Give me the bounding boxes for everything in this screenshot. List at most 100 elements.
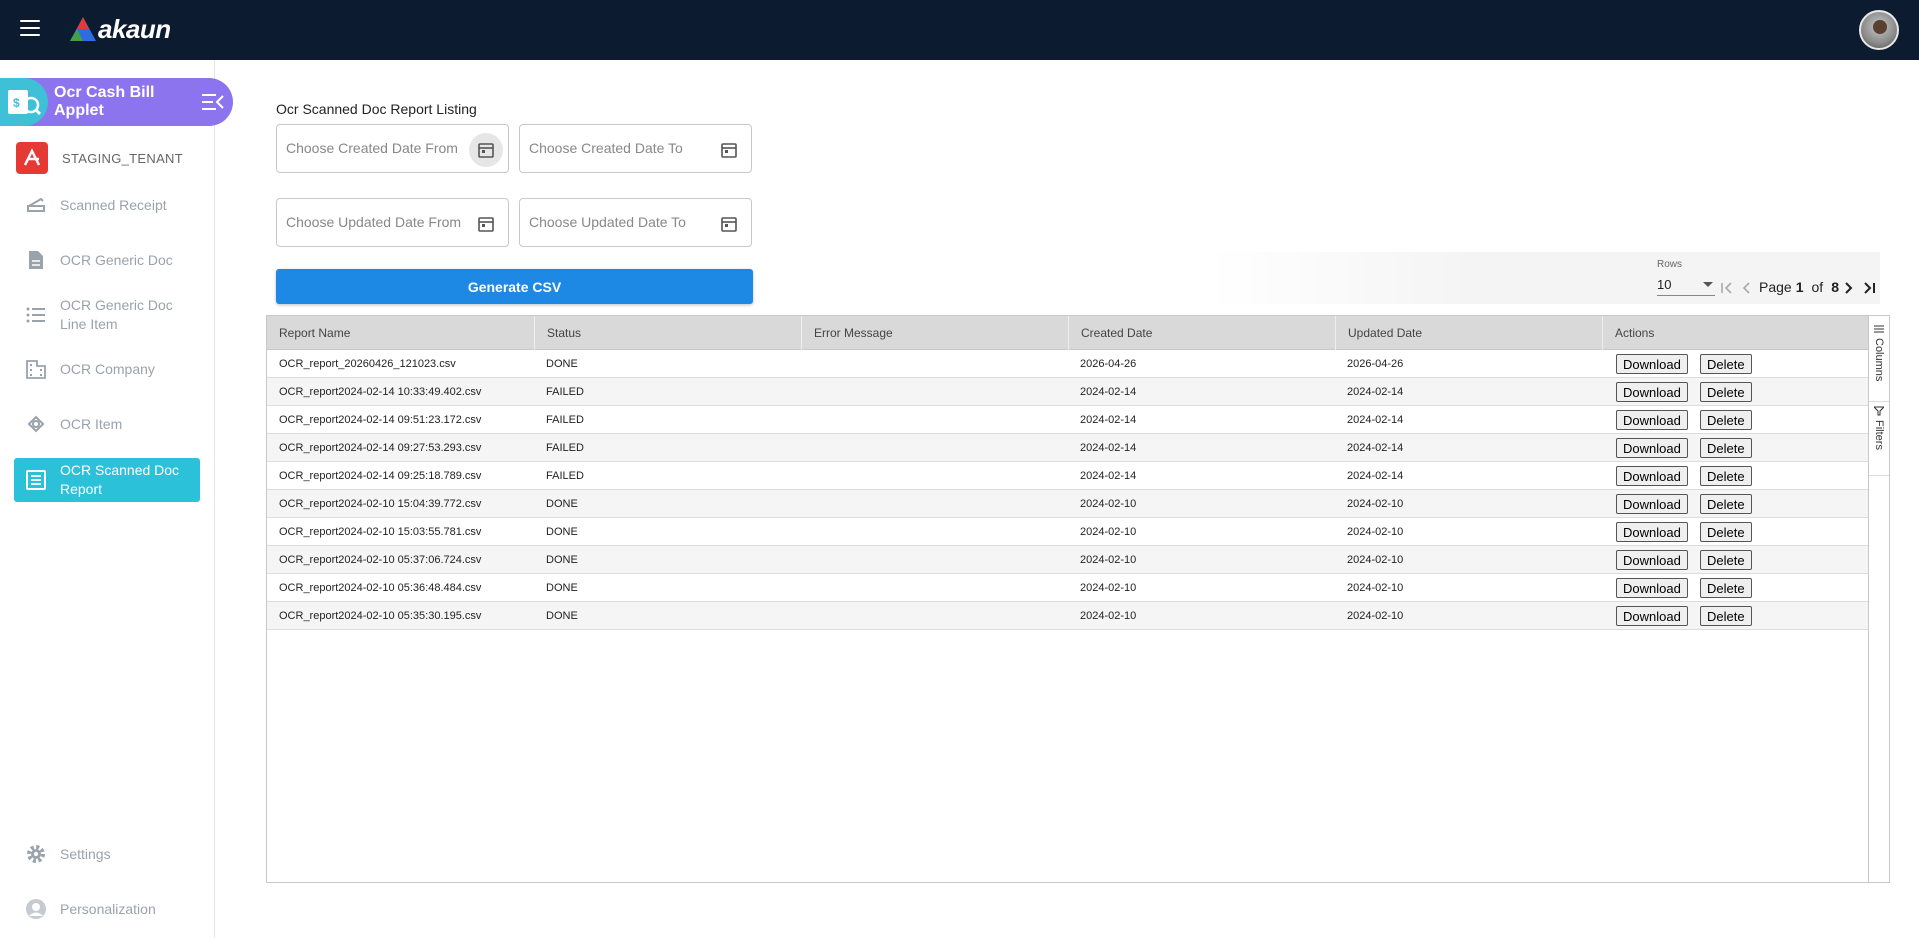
- cell-status: FAILED: [546, 442, 584, 454]
- last-page-icon[interactable]: [1861, 280, 1877, 296]
- cell-status: DONE: [546, 610, 578, 622]
- sidebar-item-ocr-item[interactable]: OCR Item: [14, 410, 200, 438]
- rows-per-page-select[interactable]: 10: [1657, 274, 1715, 296]
- delete-button[interactable]: Delete: [1700, 606, 1752, 626]
- cell-error: [801, 434, 813, 462]
- created-date-to-input[interactable]: [529, 140, 709, 156]
- table-row[interactable]: OCR_report2024-02-14 09:51:23.172.csv FAI…: [267, 406, 1869, 434]
- sidebar-item-personalization[interactable]: Personalization: [14, 895, 200, 923]
- next-page-icon[interactable]: [1840, 280, 1856, 296]
- delete-button[interactable]: Delete: [1700, 550, 1752, 570]
- table-row[interactable]: OCR_report2024-02-10 05:37:06.724.csv DON…: [267, 546, 1869, 574]
- download-button[interactable]: Download: [1616, 438, 1688, 458]
- generate-csv-button[interactable]: Generate CSV: [276, 269, 753, 304]
- cell-error: [801, 490, 813, 518]
- current-page: 1: [1795, 279, 1804, 295]
- column-header-error-message[interactable]: Error Message: [801, 316, 1068, 350]
- grid-side-toolbar: Columns Filters: [1868, 316, 1889, 882]
- download-button[interactable]: Download: [1616, 494, 1688, 514]
- cell-error: [801, 518, 813, 546]
- updated-date-to-input[interactable]: [529, 214, 709, 230]
- item-icon: [24, 412, 48, 436]
- created-date-to-field[interactable]: [519, 124, 752, 173]
- column-header-updated-date[interactable]: Updated Date: [1335, 316, 1602, 350]
- cell-error: [801, 378, 813, 406]
- table-row[interactable]: OCR_report2024-02-10 05:35:30.195.csv DON…: [267, 602, 1869, 630]
- menu-icon[interactable]: [20, 20, 40, 38]
- delete-button[interactable]: Delete: [1700, 354, 1752, 374]
- delete-button[interactable]: Delete: [1700, 410, 1752, 430]
- delete-button[interactable]: Delete: [1700, 522, 1752, 542]
- download-button[interactable]: Download: [1616, 466, 1688, 486]
- applet-title: Ocr Cash Bill Applet: [54, 84, 155, 119]
- sidebar-item-scanned-receipt[interactable]: Scanned Receipt: [14, 191, 200, 219]
- download-button[interactable]: Download: [1616, 550, 1688, 570]
- cell-created: 2024-02-10: [1080, 526, 1137, 538]
- table-row[interactable]: OCR_report_20260426_121023.csv DONE 2026-0…: [267, 350, 1869, 378]
- download-button[interactable]: Download: [1616, 354, 1688, 374]
- delete-button[interactable]: Delete: [1700, 438, 1752, 458]
- sidebar-item-ocr-generic-doc-line-item[interactable]: OCR Generic Doc Line Item: [14, 294, 200, 336]
- document-icon: [24, 248, 48, 272]
- cell-status: DONE: [546, 526, 578, 538]
- updated-date-from-input[interactable]: [286, 214, 466, 230]
- filters-tool-tab[interactable]: Filters: [1869, 406, 1889, 476]
- previous-page-icon[interactable]: [1739, 280, 1755, 296]
- column-header-created-date[interactable]: Created Date: [1068, 316, 1335, 350]
- cell-updated: 2024-02-14: [1347, 442, 1404, 454]
- table-row[interactable]: OCR_report2024-02-10 15:04:39.772.csv DON…: [267, 490, 1869, 518]
- delete-button[interactable]: Delete: [1700, 466, 1752, 486]
- chevron-down-icon: [1703, 282, 1713, 287]
- cell-created: 2026-04-26: [1080, 358, 1137, 370]
- updated-date-from-field[interactable]: [276, 198, 509, 247]
- calendar-icon[interactable]: [469, 133, 503, 167]
- table-row[interactable]: OCR_report2024-02-10 05:36:48.484.csv DON…: [267, 574, 1869, 602]
- list-icon: [24, 303, 48, 327]
- cell-error: [801, 602, 813, 630]
- user-avatar[interactable]: [1859, 10, 1899, 50]
- updated-date-to-field[interactable]: [519, 198, 752, 247]
- cell-updated: 2024-02-14: [1347, 386, 1404, 398]
- download-button[interactable]: Download: [1616, 578, 1688, 598]
- sidebar-item-ocr-company[interactable]: OCR Company: [14, 355, 200, 383]
- table-row[interactable]: OCR_report2024-02-14 10:33:49.402.csv FAI…: [267, 378, 1869, 406]
- column-header-status[interactable]: Status: [534, 316, 801, 350]
- column-header-report-name[interactable]: Report Name: [267, 316, 534, 350]
- collapse-sidebar-icon[interactable]: [201, 92, 225, 112]
- created-date-from-input[interactable]: [286, 140, 466, 156]
- download-button[interactable]: Download: [1616, 382, 1688, 402]
- delete-button[interactable]: Delete: [1700, 494, 1752, 514]
- sidebar-item-settings[interactable]: Settings: [14, 840, 200, 868]
- sidebar-item-ocr-scanned-doc-report[interactable]: OCR Scanned Doc Report: [14, 458, 200, 502]
- cell-error: [801, 574, 813, 602]
- cell-error: [801, 462, 813, 490]
- delete-button[interactable]: Delete: [1700, 382, 1752, 402]
- table-row[interactable]: OCR_report2024-02-14 09:27:53.293.csv FAI…: [267, 434, 1869, 462]
- first-page-icon[interactable]: [1719, 280, 1735, 296]
- delete-button[interactable]: Delete: [1700, 578, 1752, 598]
- table-header: Report Name Status Error Message Created…: [267, 316, 1869, 350]
- calendar-icon[interactable]: [716, 137, 742, 163]
- column-header-actions: Actions: [1602, 316, 1869, 350]
- calendar-icon[interactable]: [716, 211, 742, 237]
- cell-error: [801, 350, 813, 378]
- cell-updated: 2024-02-10: [1347, 610, 1404, 622]
- cell-name: OCR_report2024-02-10 15:03:55.781.csv: [279, 526, 482, 538]
- cell-name: OCR_report2024-02-14 10:33:49.402.csv: [279, 386, 482, 398]
- cell-status: DONE: [546, 582, 578, 594]
- created-date-from-field[interactable]: [276, 124, 509, 173]
- download-button[interactable]: Download: [1616, 522, 1688, 542]
- table-row[interactable]: OCR_report2024-02-10 15:03:55.781.csv DON…: [267, 518, 1869, 546]
- svg-text:$: $: [13, 96, 20, 110]
- cell-status: FAILED: [546, 470, 584, 482]
- table-row[interactable]: OCR_report2024-02-14 09:25:18.789.csv FAI…: [267, 462, 1869, 490]
- gear-icon: [24, 842, 48, 866]
- columns-tool-tab[interactable]: Columns: [1869, 324, 1889, 402]
- tenant-selector[interactable]: STAGING_TENANT: [16, 142, 183, 174]
- download-button[interactable]: Download: [1616, 410, 1688, 430]
- calendar-icon[interactable]: [473, 211, 499, 237]
- sidebar-item-ocr-generic-doc[interactable]: OCR Generic Doc: [14, 246, 200, 274]
- download-button[interactable]: Download: [1616, 606, 1688, 626]
- brand-logo[interactable]: akaun: [70, 14, 171, 44]
- cell-name: OCR_report2024-02-10 05:36:48.484.csv: [279, 582, 482, 594]
